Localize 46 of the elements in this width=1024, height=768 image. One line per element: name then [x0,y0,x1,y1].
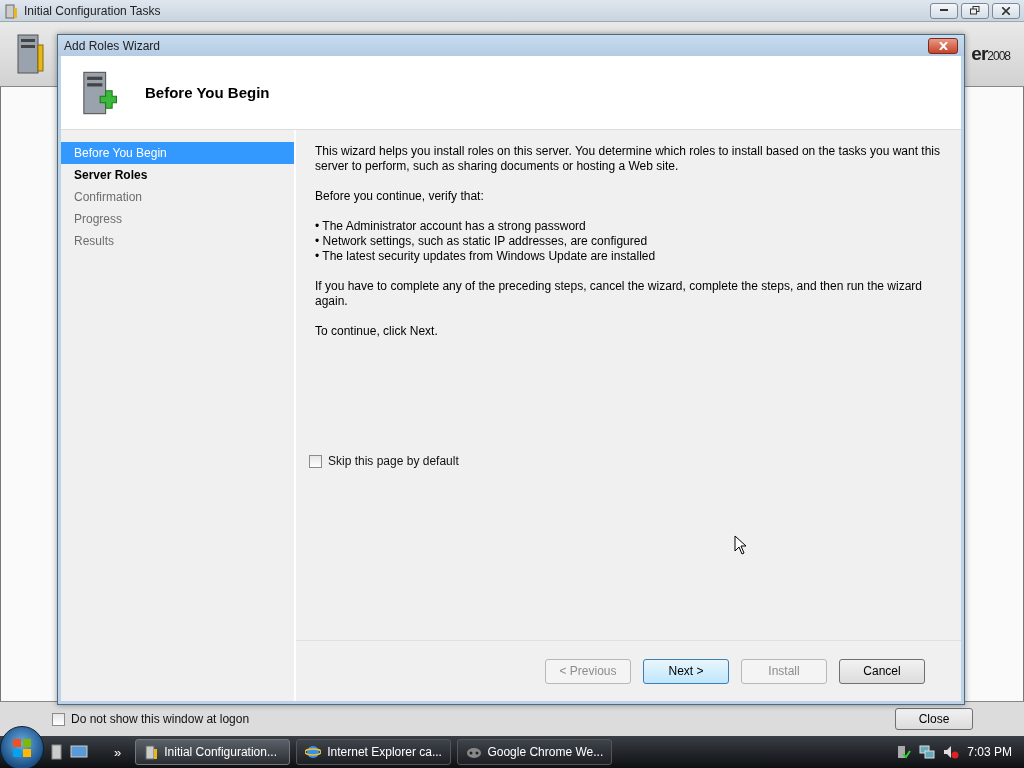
close-icon [1002,6,1010,15]
checkbox[interactable] [52,712,65,726]
restore-icon [970,6,980,15]
checkbox[interactable] [309,454,322,468]
desktop-icon[interactable] [70,744,88,760]
start-button[interactable] [0,726,44,768]
task-label: Google Chrome We... [487,745,604,759]
close-button[interactable] [992,2,1020,19]
page-heading: Before You Begin [145,84,270,101]
wizard-button[interactable]: Cancel [839,658,925,684]
close-button[interactable]: Close [895,708,973,730]
paragraph: To continue, click Next. [315,324,439,339]
paragraph: This wizard helps you install roles on this server. You determine which roles to install based on the tasks you want this server to perform, such as sharing documents or hosting a Web site. [315,144,941,174]
globe-icon [305,744,322,760]
checkbox-label: Do not show this window at logon [71,712,250,726]
windows-logo [12,738,32,758]
checkbox-label: Skip this page by default [328,454,459,468]
bullet-item: • The Administrator account has a strong password [315,219,587,234]
muted-speaker-icon[interactable] [943,744,960,760]
more-button[interactable]: » [114,744,122,760]
clock: 7:03 PM [967,745,1012,759]
taskbar-button[interactable]: Google Chrome We... [457,739,613,765]
cursor-icon [734,535,747,555]
product-name: er2008 [971,43,1010,65]
shield-icon[interactable] [895,744,912,760]
close-button[interactable] [928,37,958,54]
network-icon[interactable] [919,744,936,760]
window-title: Initial Configuration Tasks [24,3,161,18]
close-icon [938,41,948,50]
paragraph: Before you continue, verify that: [315,189,485,204]
taskbar-button[interactable]: Initial Configuration... [135,739,291,765]
wizard-button[interactable]: Next > [643,658,729,684]
taskbar-button[interactable]: Internet Explorer ca... [296,739,452,765]
server-tools-icon [4,2,18,19]
bullet-item: • Network settings, such as static IP addresses, are configured [315,234,649,249]
minimize-button[interactable] [930,2,958,19]
bullet-item: • The latest security updates from Windows Update are installed [315,249,657,264]
task-label: Initial Configuration... [164,745,277,759]
task-label: Internet Explorer ca... [327,745,442,759]
paragraph: If you have to complete any of the preceding steps, cancel the wizard, complete the steps, and then run the wizard again. [315,279,924,309]
server-tools-icon [144,744,159,760]
window-title: Add Roles Wizard [64,38,161,53]
restore-button[interactable] [961,2,989,19]
wizard-step[interactable]: Server Roles [61,164,294,186]
minimize-icon [940,9,948,12]
server-manager-icon[interactable] [50,743,64,761]
